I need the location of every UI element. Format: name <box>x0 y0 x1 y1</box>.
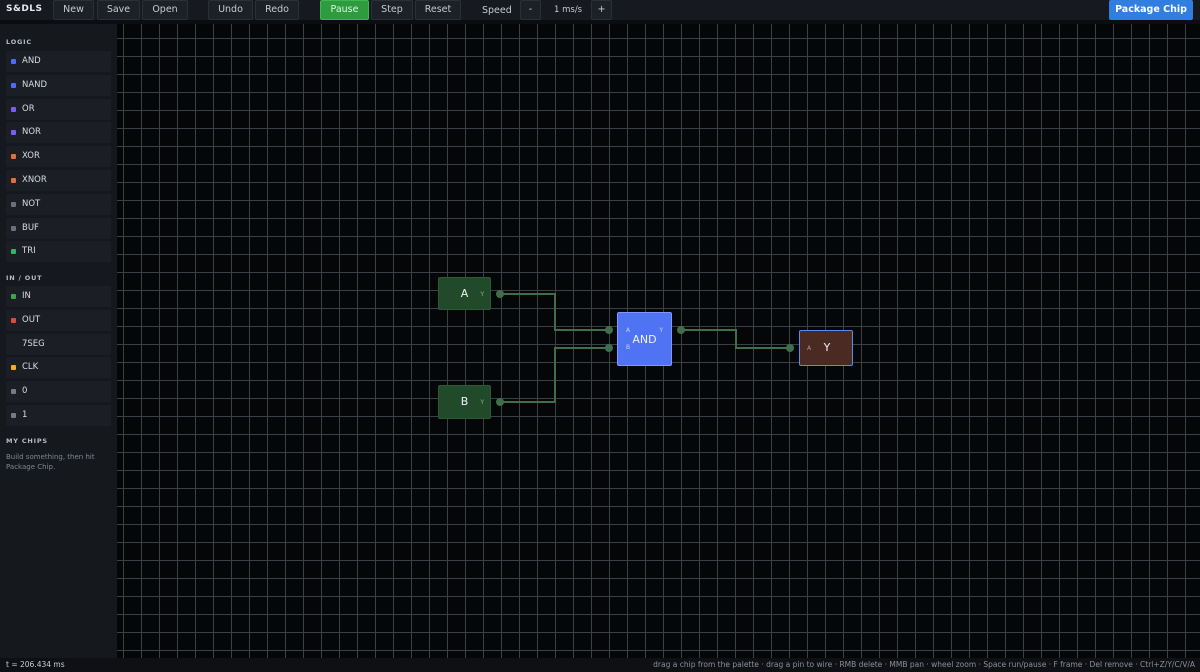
palette-item-label: IN <box>22 291 31 301</box>
new-button[interactable]: New <box>53 0 94 20</box>
reset-button[interactable]: Reset <box>415 0 461 20</box>
shortcut-help: drag a chip from the palette · drag a pi… <box>653 660 1195 669</box>
palette-item-label: AND <box>22 56 41 66</box>
chip-color-swatch <box>11 154 16 160</box>
chip-color-swatch <box>11 317 16 323</box>
palette-item-clk[interactable]: CLK <box>6 357 111 379</box>
wire-and-to-y[interactable] <box>681 329 790 349</box>
undo-button[interactable]: Undo <box>208 0 253 20</box>
palette-item-7seg[interactable]: 7SEG <box>6 333 111 355</box>
circuit-canvas[interactable]: A Y B Y AND A B Y Y A <box>117 24 1200 658</box>
palette-item-label: NOT <box>22 198 41 209</box>
chip-color-swatch <box>11 178 16 183</box>
palette-item-xnor[interactable]: XNOR <box>6 170 111 191</box>
package-chip-button[interactable]: Package Chip <box>1109 0 1193 20</box>
wire-b-to-and[interactable] <box>500 347 609 403</box>
palette-item-label: XOR <box>22 151 40 162</box>
and-in-pin-a-label: A <box>626 327 631 334</box>
app-brand: S&DLS <box>6 4 43 14</box>
my-chips-hint: Build something, then hit Package Chip. <box>6 453 95 471</box>
my-chips-header: MY CHIPS <box>6 437 48 445</box>
and-output-pin[interactable] <box>677 326 685 334</box>
palette-item-not[interactable]: NOT <box>6 193 111 215</box>
and-out-pin-label: Y <box>659 327 663 334</box>
input-node-b[interactable]: B Y <box>438 385 491 419</box>
save-button[interactable]: Save <box>97 0 140 20</box>
palette-item-or[interactable]: OR <box>6 98 111 120</box>
palette-item-label: OUT <box>22 314 41 325</box>
pause-button[interactable]: Pause <box>320 0 369 20</box>
chip-color-swatch <box>11 389 16 395</box>
palette-item-buf[interactable]: BUF <box>6 217 111 239</box>
chip-color-swatch <box>11 294 16 299</box>
palette-item-out[interactable]: OUT <box>6 309 111 331</box>
palette-item-in[interactable]: IN <box>6 286 111 307</box>
io-section-header: IN / OUT <box>6 274 43 282</box>
palette-item-label: 1 <box>22 410 28 420</box>
palette-item-xor[interactable]: XOR <box>6 146 111 168</box>
wire-a-to-and[interactable] <box>500 293 609 331</box>
chip-color-swatch <box>11 413 16 418</box>
speed-value: 1 ms/s <box>554 5 583 15</box>
palette-item-label: NAND <box>22 79 48 90</box>
palette-item-and[interactable]: AND <box>6 51 111 72</box>
speed-label: Speed <box>482 5 512 16</box>
palette-item-label: TRI <box>22 246 36 257</box>
palette-item-0[interactable]: 0 <box>6 381 111 403</box>
palette-item-1[interactable]: 1 <box>6 405 111 426</box>
status-bar: t = 206.434 ms drag a chip from the pale… <box>0 658 1200 672</box>
chip-color-swatch <box>11 249 16 255</box>
output-y-pin-label: A <box>807 345 812 352</box>
and-input-pin-b[interactable] <box>605 344 613 352</box>
chip-color-swatch <box>11 365 16 371</box>
input-a-output-pin[interactable] <box>496 290 504 298</box>
palette-item-label: NOR <box>22 127 41 138</box>
open-button[interactable]: Open <box>142 0 188 20</box>
chip-color-swatch <box>11 59 16 64</box>
and-gate-node[interactable]: AND A B Y <box>617 312 672 366</box>
palette-item-label: XNOR <box>22 175 47 185</box>
and-input-pin-a[interactable] <box>605 326 613 334</box>
input-b-pin-label: Y <box>480 399 484 406</box>
palette-sidebar: LOGIC AND NAND OR NOR XOR XNOR NOT BUF TRI IN / … <box>0 24 117 658</box>
output-node-y[interactable]: Y A <box>799 330 853 366</box>
palette-item-nor[interactable]: NOR <box>6 122 111 144</box>
palette-item-nand[interactable]: NAND <box>6 74 111 96</box>
palette-item-label: OR <box>22 103 35 114</box>
palette-item-tri[interactable]: TRI <box>6 241 111 263</box>
palette-item-label: 7SEG <box>22 338 45 349</box>
palette-item-label: 0 <box>22 386 28 397</box>
chip-color-swatch <box>11 106 16 112</box>
chip-color-swatch <box>11 225 16 231</box>
input-a-pin-label: Y <box>480 291 484 298</box>
chip-color-swatch <box>11 201 16 207</box>
speed-decrease-button[interactable]: - <box>520 0 541 20</box>
output-y-input-pin[interactable] <box>786 344 794 352</box>
and-in-pin-b-label: B <box>626 344 631 351</box>
step-button[interactable]: Step <box>371 0 413 20</box>
chip-color-swatch <box>11 82 16 88</box>
redo-button[interactable]: Redo <box>255 0 299 20</box>
input-node-a[interactable]: A Y <box>438 277 491 310</box>
palette-item-label: CLK <box>22 362 39 373</box>
sim-time: t = 206.434 ms <box>6 660 65 669</box>
palette-item-label: BUF <box>22 222 39 233</box>
speed-increase-button[interactable]: + <box>591 0 612 20</box>
toolbar: S&DLS New Save Open Undo Redo Pause Step… <box>0 0 1200 20</box>
chip-color-swatch <box>11 130 16 136</box>
input-b-output-pin[interactable] <box>496 398 504 406</box>
logic-section-header: LOGIC <box>6 38 32 46</box>
